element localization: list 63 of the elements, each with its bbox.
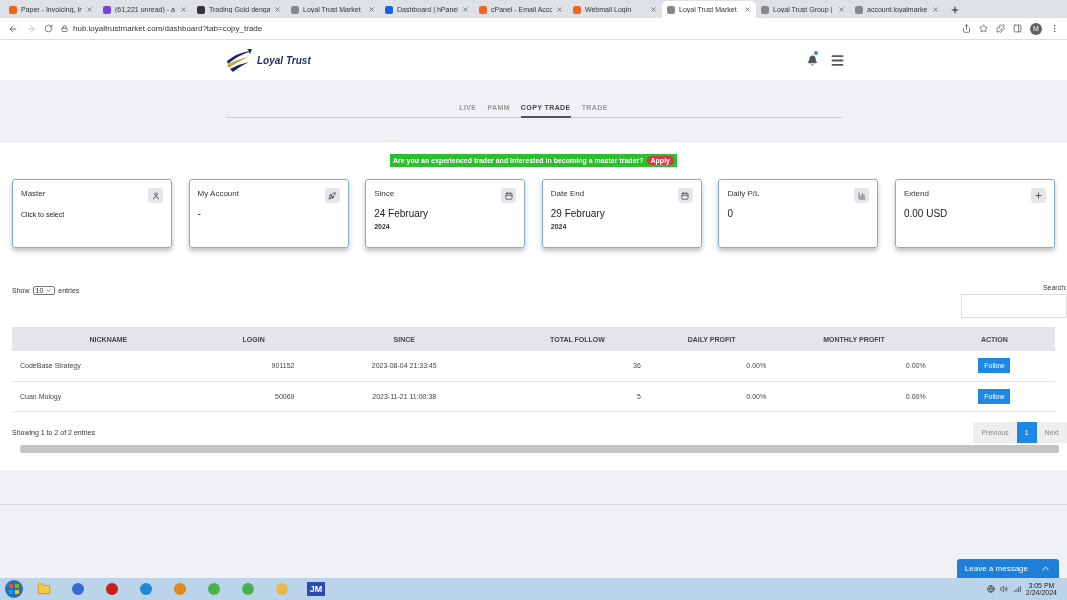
close-icon[interactable] <box>462 6 469 13</box>
card-value: 24 February <box>374 208 430 219</box>
more-icon[interactable] <box>1050 24 1059 33</box>
card-title: Master <box>21 189 46 198</box>
notification-dot <box>814 50 818 55</box>
search-field[interactable] <box>961 294 1067 318</box>
side-panel-icon[interactable] <box>1013 24 1022 33</box>
card-title: Since <box>374 189 395 198</box>
start-icon[interactable] <box>4 579 24 599</box>
app-icon[interactable] <box>105 582 119 596</box>
calendar-icon <box>504 191 513 200</box>
app-icon[interactable] <box>71 582 85 596</box>
card-icon-button[interactable] <box>1030 188 1046 203</box>
card-icon-button[interactable] <box>854 188 870 203</box>
close-icon[interactable] <box>368 6 375 13</box>
user-icon <box>151 191 160 200</box>
card-icon-button[interactable] <box>324 188 340 203</box>
card-title: Date End <box>550 189 585 198</box>
card-title: Extend <box>903 189 929 198</box>
horizontal-scrollbar[interactable] <box>20 444 1059 453</box>
app-icon[interactable] <box>139 582 153 596</box>
chat-button[interactable]: Leave a message <box>956 559 1059 578</box>
calendar-icon <box>681 191 690 200</box>
card-title: Daily P/L <box>727 189 760 198</box>
close-icon[interactable] <box>180 6 187 13</box>
star-icon[interactable] <box>979 24 988 33</box>
app-icon[interactable] <box>241 582 255 596</box>
close-icon[interactable] <box>274 6 281 13</box>
address-field[interactable]: hub.loyaltrustmarket.com/dashboard?tab=copy_trade <box>73 24 263 33</box>
card-icon-button[interactable] <box>148 188 163 203</box>
card-value: - <box>197 208 202 219</box>
card-value: 29 February <box>550 208 606 219</box>
close-icon[interactable] <box>556 6 563 13</box>
menu-icon[interactable] <box>830 52 845 68</box>
app-icon[interactable]: JM <box>306 582 326 596</box>
card-icon-button[interactable] <box>677 188 693 203</box>
network-icon[interactable] <box>986 585 995 593</box>
reload-icon[interactable] <box>44 24 53 33</box>
logo-icon <box>225 47 253 73</box>
card-icon-button[interactable] <box>501 188 517 203</box>
bell-icon[interactable] <box>807 54 818 66</box>
close-icon[interactable] <box>86 6 93 13</box>
close-icon[interactable] <box>932 6 939 13</box>
brand-name: Loyal Trust <box>257 54 311 66</box>
app-icon[interactable] <box>173 582 187 596</box>
volume-icon[interactable] <box>999 585 1008 593</box>
close-icon[interactable] <box>650 6 657 13</box>
new-tab-icon[interactable] <box>950 4 960 15</box>
close-icon[interactable] <box>744 6 751 13</box>
card-value: 0.00 USD <box>903 208 949 219</box>
puzzle-icon[interactable] <box>996 24 1005 33</box>
plus-icon <box>1033 191 1043 200</box>
signal-icon[interactable] <box>1012 585 1021 593</box>
bar-chart-icon <box>857 191 866 200</box>
back-icon[interactable] <box>8 23 18 34</box>
share-icon[interactable] <box>962 24 971 33</box>
dropdown-icon <box>45 286 53 294</box>
app-icon[interactable] <box>207 582 221 596</box>
card-title: My Account <box>197 189 239 198</box>
close-icon[interactable] <box>838 6 845 13</box>
rocket-icon <box>328 191 337 200</box>
lock-icon <box>61 25 68 32</box>
card-value: 0 <box>727 208 734 219</box>
